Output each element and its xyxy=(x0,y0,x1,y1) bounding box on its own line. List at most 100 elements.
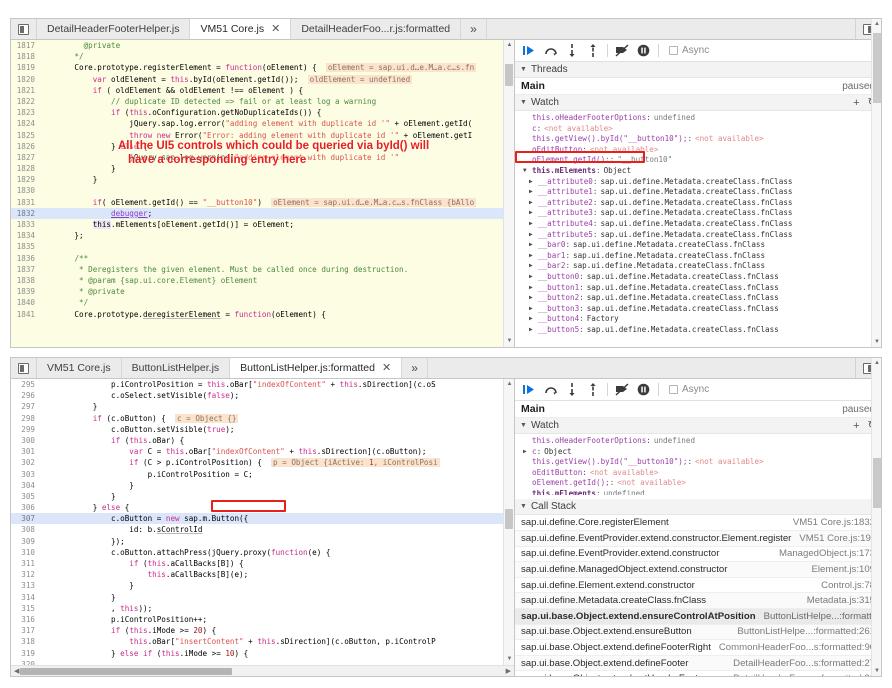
line-number[interactable]: 298 xyxy=(11,413,41,424)
line-number[interactable]: 297 xyxy=(11,401,41,412)
line-number[interactable]: 1830 xyxy=(11,185,41,196)
code-line[interactable]: 1824 jQuery.sap.log.error("adding elemen… xyxy=(11,118,503,129)
call-stack-frame[interactable]: sap.ui.base.Object.extend.defineFooter De… xyxy=(515,655,881,672)
line-number[interactable]: 1823 xyxy=(11,107,41,118)
add-watch-icon[interactable]: + xyxy=(853,420,859,432)
line-number[interactable]: 1821 xyxy=(11,85,41,96)
code-line[interactable]: 302 if (C > p.iControlPosition) { p = Ob… xyxy=(11,457,503,468)
code-line[interactable]: 1841 Core.prototype.deregisterElement = … xyxy=(11,309,503,320)
code-lines-bottom[interactable]: 295 p.iControlPosition = this.oBar["inde… xyxy=(11,379,503,665)
line-number[interactable]: 1836 xyxy=(11,253,41,264)
scrollbar-thumb[interactable] xyxy=(873,458,881,508)
close-icon[interactable]: ✕ xyxy=(271,23,280,35)
chevron-right-icon[interactable]: ▶ xyxy=(529,261,538,272)
code-line[interactable]: 1838 * @param {sap.ui.core.Element} oEle… xyxy=(11,275,503,286)
code-line[interactable]: 1819 Core.prototype.registerElement = fu… xyxy=(11,62,503,73)
tab-overflow-button-top[interactable]: » xyxy=(461,19,487,39)
async-checkbox[interactable] xyxy=(669,385,678,394)
code-line[interactable]: 317 if (this.iMode >= 20) { xyxy=(11,625,503,636)
scroll-left-arrow-icon[interactable]: ◀ xyxy=(14,667,19,676)
call-stack-frame[interactable]: sap.ui.base.Object.extend.ensureControlA… xyxy=(515,609,881,625)
scroll-up-arrow-icon[interactable]: ▲ xyxy=(874,21,880,27)
line-number[interactable]: 1838 xyxy=(11,275,41,286)
chevron-right-icon[interactable]: ▶ xyxy=(529,325,538,336)
watch-child-row[interactable]: ▶ __button4: Factory xyxy=(515,314,881,325)
watch-row[interactable]: oEditButton: <not available> xyxy=(515,145,881,156)
code-line[interactable]: 319 } else if (this.iMode >= 10) { xyxy=(11,648,503,659)
chevron-right-icon[interactable]: ▶ xyxy=(529,251,538,262)
watch-child-row[interactable]: ▶ __attribute3: sap.ui.define.Metadata.cre… xyxy=(515,208,881,219)
chevron-right-icon[interactable]: ▶ xyxy=(529,314,538,325)
line-number[interactable]: 304 xyxy=(11,480,41,491)
line-number[interactable]: 1825 xyxy=(11,130,41,141)
scroll-down-arrow-icon[interactable]: ▼ xyxy=(874,668,880,674)
code-line[interactable]: 312 this.aCallBacks[B](e); xyxy=(11,569,503,580)
watch-child-row[interactable]: ▶ __bar0: sap.ui.define.Metadata.createCla… xyxy=(515,240,881,251)
line-number[interactable]: 1826 xyxy=(11,141,41,152)
line-number[interactable]: 1828 xyxy=(11,163,41,174)
debugger-vertical-scrollbar-bottom[interactable]: ▲ ▼ xyxy=(871,358,881,676)
watch-list-bottom[interactable]: this.oHeaderFooterOptions: undefined ▶ c: Ob… xyxy=(515,434,881,496)
call-stack-frame[interactable]: sap.ui.define.Metadata.createClass.fnCla… xyxy=(515,593,881,610)
watch-child-row[interactable]: ▶ __button3: sap.ui.define.Metadata.create… xyxy=(515,304,881,315)
line-number[interactable]: 1832 xyxy=(11,208,41,219)
thread-row-main-bottom[interactable]: Main paused xyxy=(515,401,881,418)
tab-scroll-left-button-bottom[interactable] xyxy=(11,358,37,378)
step-in-button[interactable] xyxy=(561,41,582,61)
code-line[interactable]: 1837 * Deregisters the given element. Mu… xyxy=(11,264,503,275)
watch-child-row[interactable]: ▶ __bar1: sap.ui.define.Metadata.createCla… xyxy=(515,251,881,262)
line-number[interactable]: 299 xyxy=(11,424,41,435)
line-number[interactable]: 1817 xyxy=(11,40,41,51)
chevron-right-icon[interactable]: ▶ xyxy=(529,219,538,230)
watch-row[interactable]: this.oHeaderFooterOptions: undefined xyxy=(515,113,881,124)
call-stack-list[interactable]: sap.ui.define.Core.registerElement VM51 C… xyxy=(515,515,881,676)
code-line[interactable]: 296 c.oSelect.setVisible(false); xyxy=(11,390,503,401)
code-line[interactable]: 297 } xyxy=(11,401,503,412)
chevron-right-icon[interactable]: ▶ xyxy=(523,447,532,458)
line-number[interactable]: 1822 xyxy=(11,96,41,107)
line-number[interactable]: 301 xyxy=(11,446,41,457)
line-number[interactable]: 306 xyxy=(11,502,41,513)
tab-overflow-button-bottom[interactable]: » xyxy=(402,358,428,378)
watch-child-row[interactable]: ▶ __button0: sap.ui.define.Metadata.create… xyxy=(515,272,881,283)
tab-vm51-core-bottom[interactable]: VM51 Core.js xyxy=(37,358,122,378)
code-line[interactable]: 1825 throw new Error("Error: adding elem… xyxy=(11,130,503,141)
call-stack-frame[interactable]: sap.ui.define.EventProvider.extend.const… xyxy=(515,531,881,547)
code-line[interactable]: 313 } xyxy=(11,580,503,591)
watch-row[interactable]: ▶ c: Object xyxy=(515,447,881,458)
line-number[interactable]: 319 xyxy=(11,648,41,659)
code-line[interactable]: 1826 } else { xyxy=(11,141,503,152)
scroll-down-arrow-icon[interactable]: ▼ xyxy=(506,656,513,663)
watch-row[interactable]: oElement.getId();: "__button10" xyxy=(515,155,881,166)
code-line[interactable]: 295 p.iControlPosition = this.oBar["inde… xyxy=(11,379,503,390)
watch-child-row[interactable]: ▶ __attribute1: sap.ui.define.Metadata.cre… xyxy=(515,187,881,198)
code-line[interactable]: 1839 * @private xyxy=(11,286,503,297)
toggle-breakpoints-button[interactable] xyxy=(612,41,633,61)
scroll-right-arrow-icon[interactable]: ▶ xyxy=(506,667,511,676)
watch-list-top[interactable]: this.oHeaderFooterOptions: undefined c: <no… xyxy=(515,111,881,336)
watch-row[interactable]: this.oHeaderFooterOptions: undefined xyxy=(515,436,881,447)
line-number[interactable]: 1829 xyxy=(11,174,41,185)
line-number[interactable]: 307 xyxy=(11,513,41,524)
line-number[interactable]: 1819 xyxy=(11,62,41,73)
code-line[interactable]: 1840 */ xyxy=(11,297,503,308)
chevron-right-icon[interactable]: ▶ xyxy=(529,198,538,209)
watch-child-row[interactable]: ▶ __button2: sap.ui.define.Metadata.create… xyxy=(515,293,881,304)
watch-row[interactable]: oEditButton: <not available> xyxy=(515,468,881,479)
watch-child-row[interactable]: ▶ __attribute5: sap.ui.define.Metadata.cre… xyxy=(515,230,881,241)
line-number[interactable]: 1833 xyxy=(11,219,41,230)
scroll-up-arrow-icon[interactable]: ▲ xyxy=(874,360,880,366)
line-number[interactable]: 313 xyxy=(11,580,41,591)
chevron-down-icon[interactable]: ▼ xyxy=(523,166,532,177)
code-line[interactable]: 304 } xyxy=(11,480,503,491)
code-line[interactable]: 1820 var oldElement = this.byId(oElement… xyxy=(11,74,503,85)
watch-child-row[interactable]: ▶ __button5: sap.ui.define.Metadata.create… xyxy=(515,325,881,336)
close-icon[interactable]: ✕ xyxy=(382,362,391,374)
line-number[interactable]: 1827 xyxy=(11,152,41,163)
pause-on-exceptions-button[interactable] xyxy=(633,380,654,400)
debugger-vertical-scrollbar-top[interactable]: ▲ ▼ xyxy=(871,19,881,347)
line-number[interactable]: 1839 xyxy=(11,286,41,297)
call-stack-section-header[interactable]: ▼ Call Stack xyxy=(515,499,881,516)
line-number[interactable]: 300 xyxy=(11,435,41,446)
line-number[interactable]: 310 xyxy=(11,547,41,558)
